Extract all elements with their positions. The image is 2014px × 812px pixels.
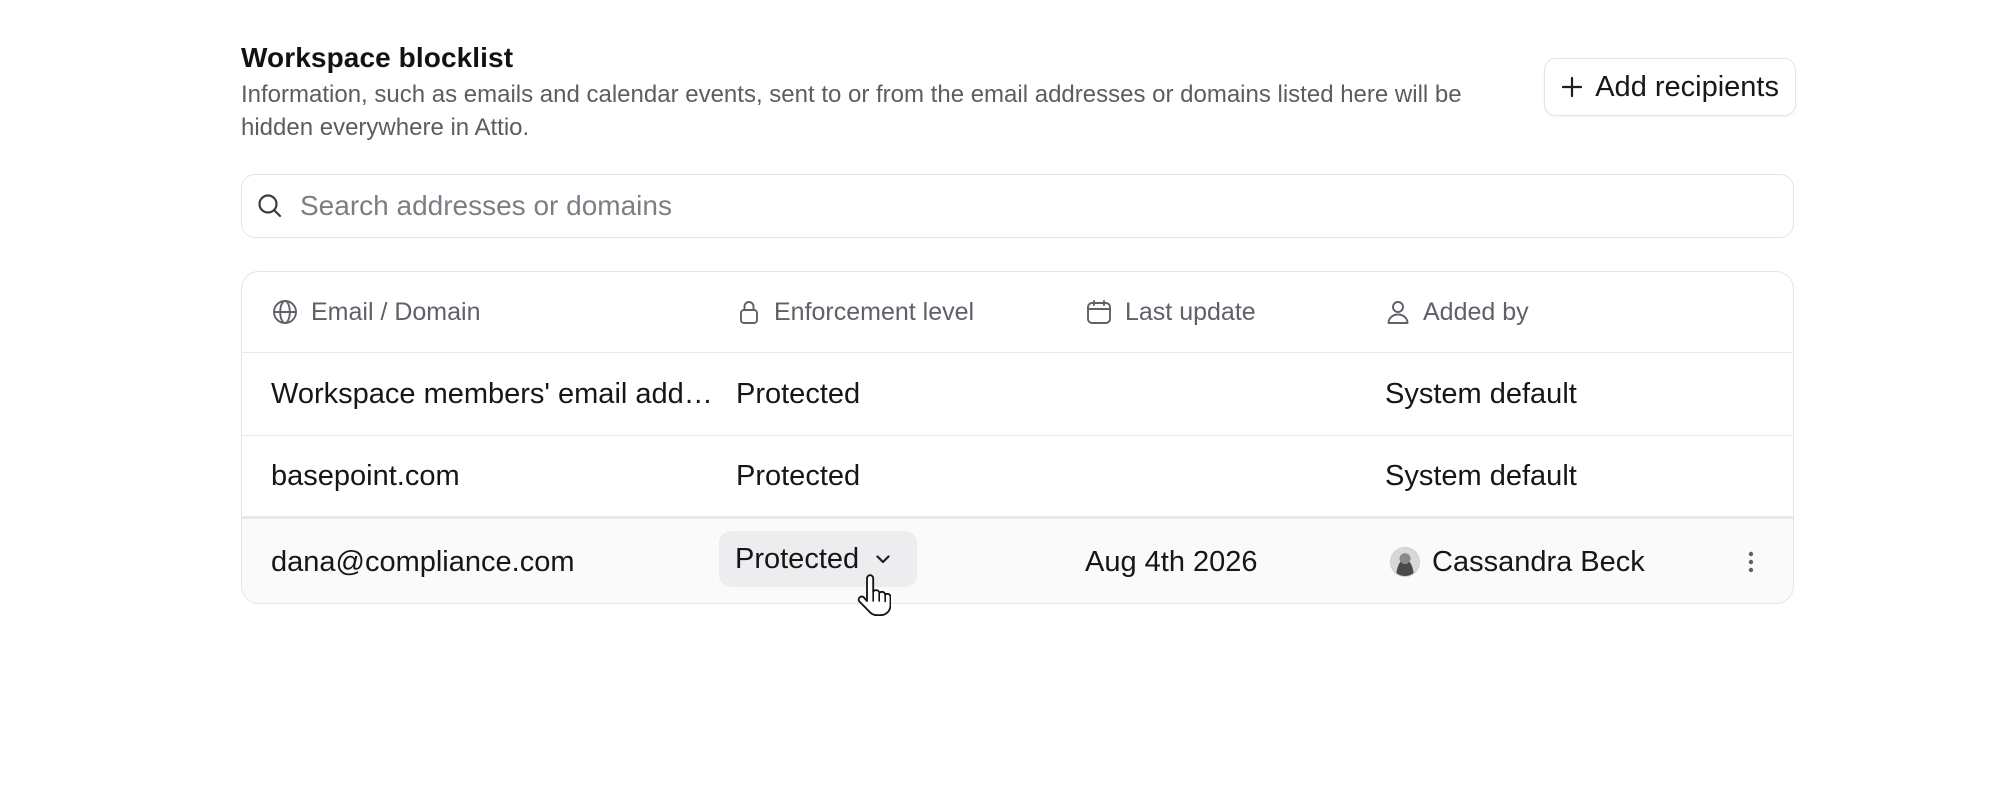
page-title: Workspace blocklist [241,42,514,73]
plus-icon [1559,74,1585,100]
add-recipients-label: Add recipients [1595,70,1779,103]
table-row[interactable]: dana@compliance.com Protected Aug 4th 20… [242,519,1793,603]
email-domain-cell: Workspace members' email addresses [271,353,716,435]
added-by-value: Cassandra Beck [1432,545,1645,578]
enforcement-cell: Protected [736,353,1066,435]
column-header-last-update[interactable]: Last update [1085,272,1385,352]
more-vertical-icon [1747,550,1755,574]
blocklist-header: Workspace blocklist Information, such as… [241,38,1796,148]
enforcement-value: Protected [736,377,861,410]
page-description: Information, such as emails and calendar… [241,81,1462,141]
enforcement-cell: Protected [736,436,1066,516]
blocklist-settings-page: Workspace blocklist Information, such as… [0,0,2014,812]
column-header-added-by[interactable]: Added by [1385,272,1715,352]
user-icon [1385,298,1411,326]
table-header-row: Email / Domain Enforcement level Last up… [242,272,1793,353]
globe-icon [271,298,299,326]
search-input[interactable] [298,189,1752,223]
email-domain-cell: basepoint.com [271,436,716,516]
column-header-email-domain[interactable]: Email / Domain [271,272,716,352]
added-by-cell: System default [1385,436,1715,516]
added-by-cell: System default [1385,353,1715,435]
added-by-value: System default [1385,459,1577,492]
table-row[interactable]: basepoint.com Protected System default [242,436,1793,519]
email-domain-value: dana@compliance.com [271,545,575,578]
enforcement-value: Protected [735,542,860,575]
avatar [1390,547,1420,577]
enforcement-level-dropdown[interactable]: Protected [719,531,917,587]
column-header-label: Added by [1423,297,1529,326]
last-update-value: Aug 4th 2026 [1085,545,1258,578]
email-domain-value: Workspace members' email addresses [271,377,716,410]
last-update-cell: Aug 4th 2026 [1085,519,1385,603]
last-update-cell [1076,353,1376,435]
enforcement-value: Protected [736,459,861,492]
row-actions-button[interactable] [1747,519,1755,603]
lock-icon [736,298,762,326]
email-domain-cell: dana@compliance.com [271,519,716,603]
search-box[interactable] [241,174,1794,238]
add-recipients-button[interactable]: Add recipients [1544,58,1796,116]
added-by-value: System default [1385,377,1577,410]
column-header-label: Email / Domain [311,297,481,326]
calendar-icon [1085,298,1113,326]
table-row[interactable]: Workspace members' email addresses Prote… [242,353,1793,436]
chevron-down-icon [873,549,893,569]
column-header-label: Enforcement level [774,297,975,326]
added-by-cell: Cassandra Beck [1390,519,1720,603]
column-header-label: Last update [1125,297,1256,326]
search-icon [256,192,284,220]
blocklist-table: Email / Domain Enforcement level Last up… [241,271,1794,604]
email-domain-value: basepoint.com [271,459,460,492]
column-header-enforcement-level[interactable]: Enforcement level [736,272,1066,352]
last-update-cell [1076,436,1376,516]
